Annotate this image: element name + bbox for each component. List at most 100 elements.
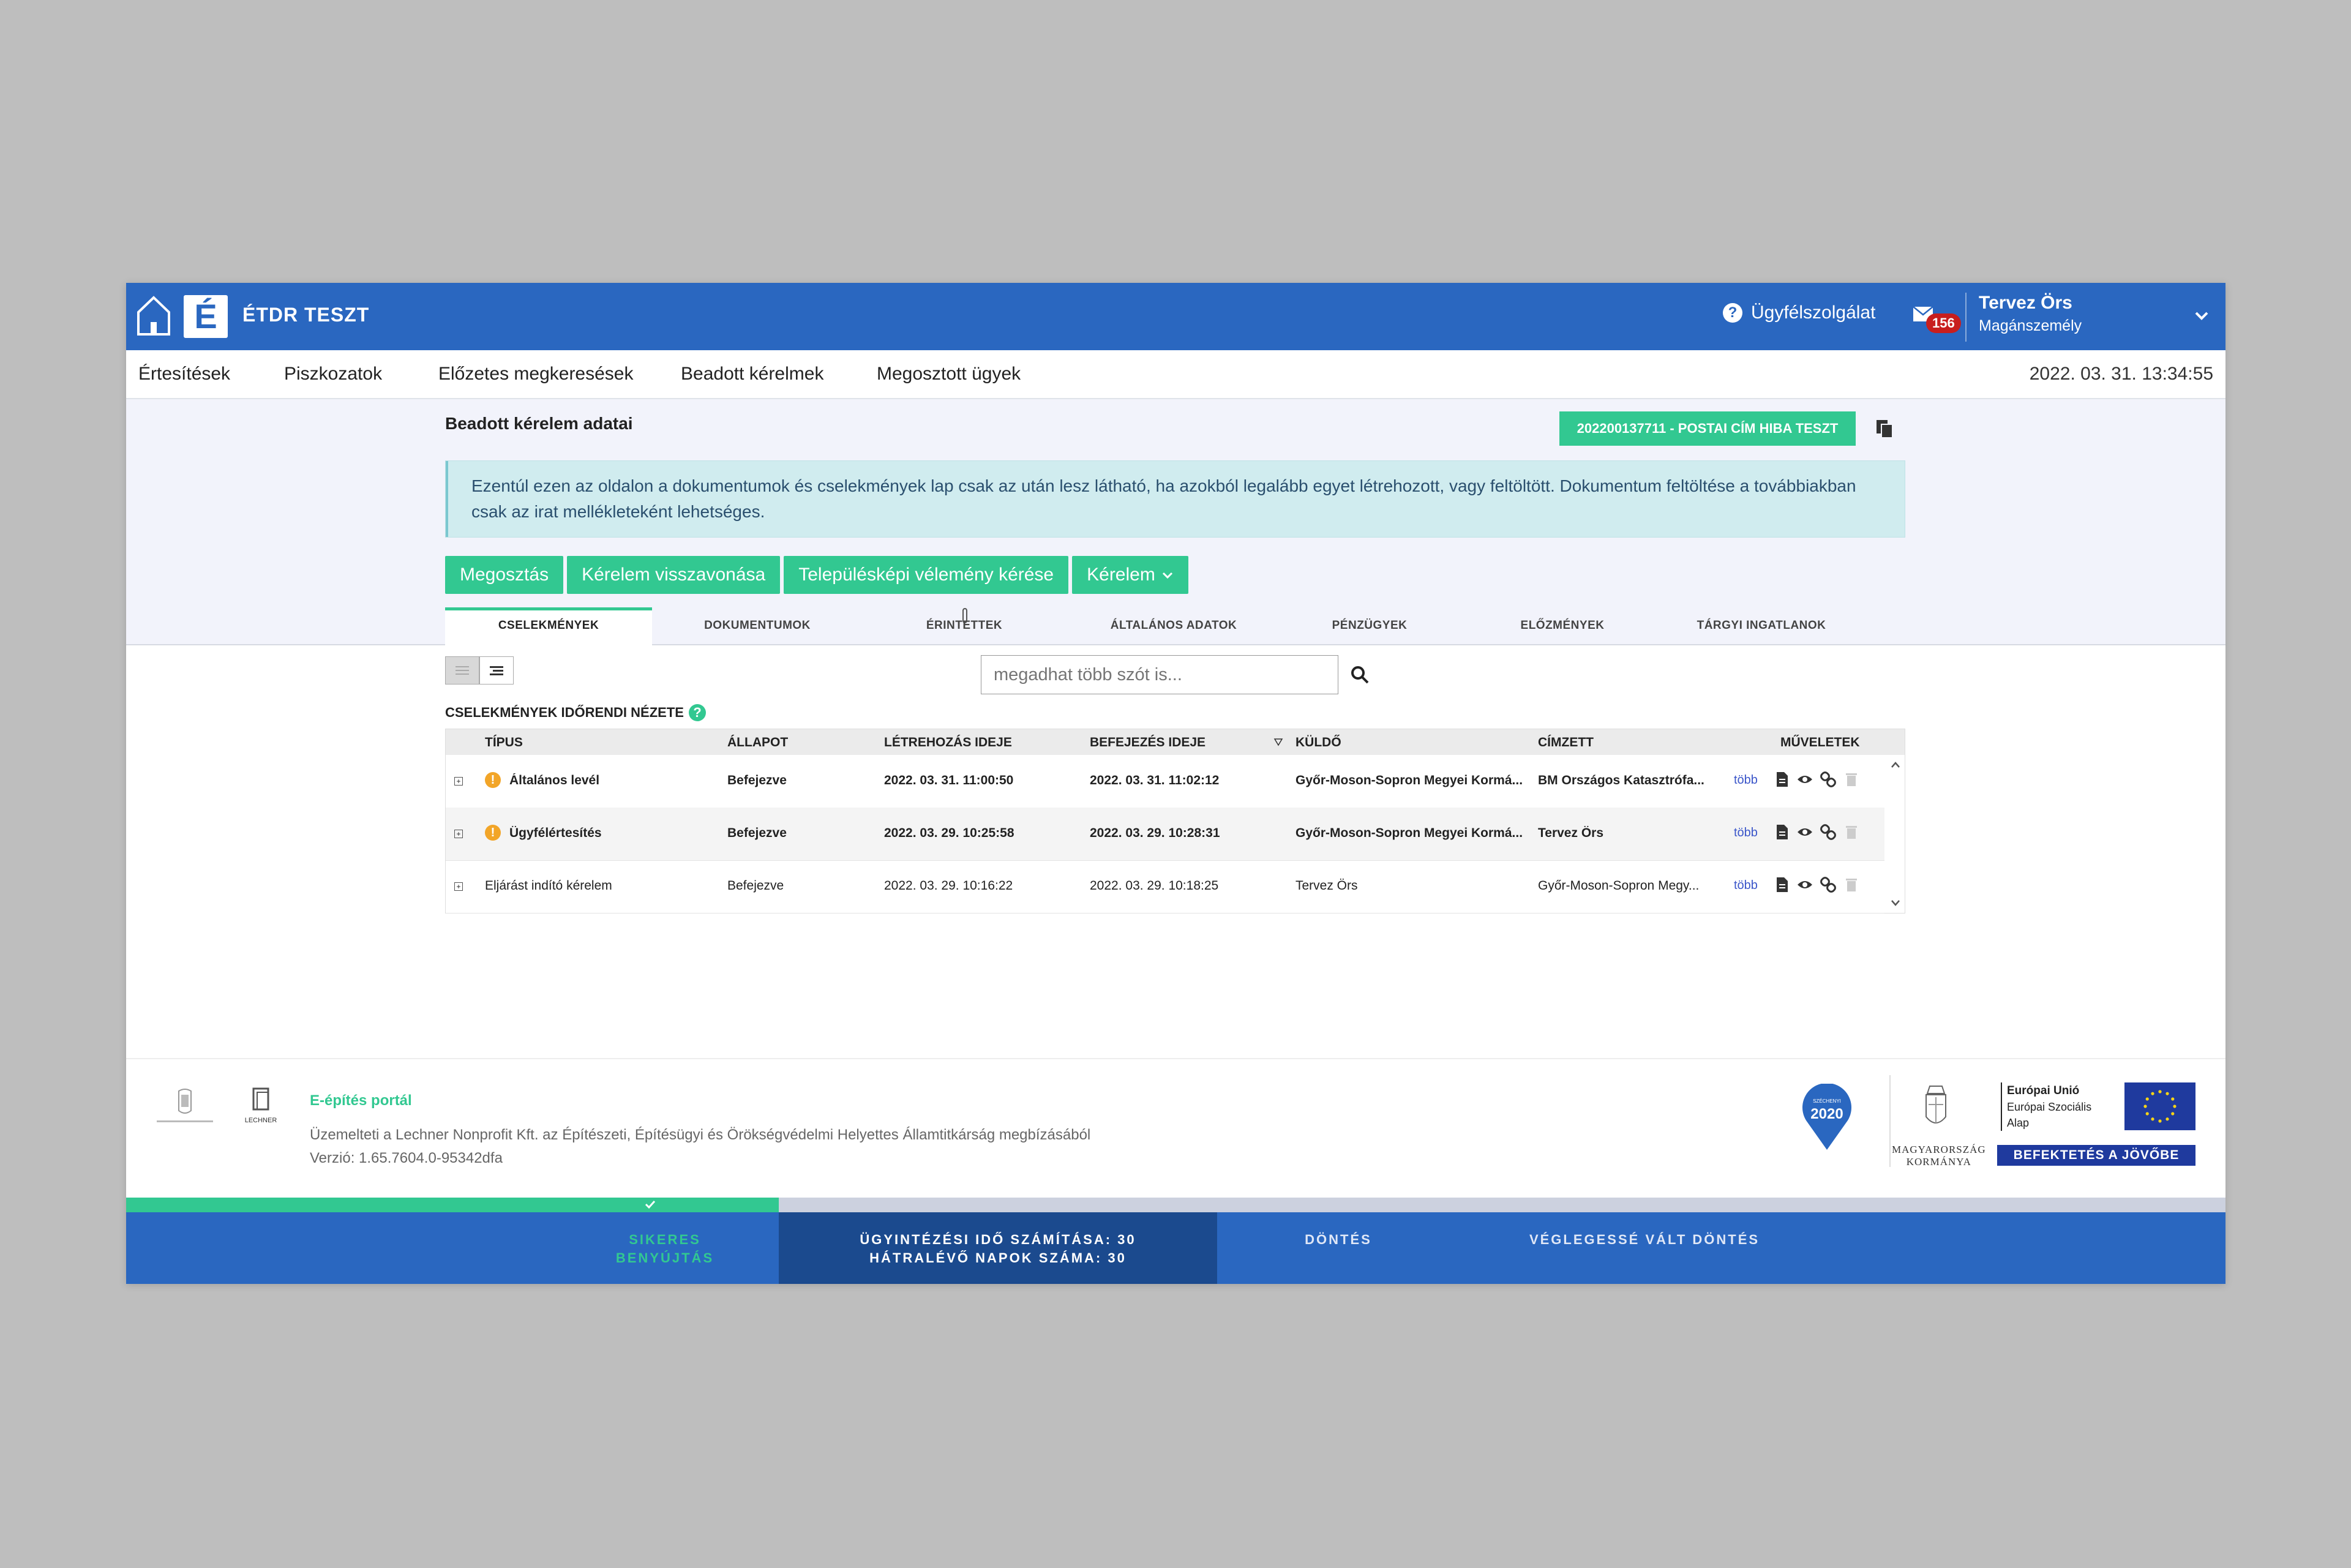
home-icon[interactable] (135, 294, 173, 338)
mail-button[interactable]: 156 (1911, 300, 1961, 337)
cell-status: Befejezve (727, 773, 787, 787)
more-link[interactable]: több (1734, 773, 1758, 787)
actions-table: TÍPUS ÁLLAPOT LÉTREHOZÁS IDEJE BEFEJEZÉS… (445, 729, 1905, 913)
step-processing-line-1: ÜGYINTÉZÉSI IDŐ SZÁMÍTÁSA: 30 (860, 1232, 1136, 1247)
case-id-button[interactable]: 202200137711 - POSTAI CÍM HIBA TESZT (1559, 411, 1856, 446)
warning-icon: ! (485, 772, 501, 788)
tab-affected[interactable]: ÉRINTETTEK (897, 607, 1032, 643)
szechenyi-label: SZÉCHENYI (1813, 1098, 1841, 1104)
nav-item-notifications[interactable]: Értesítések (138, 364, 230, 384)
status-steps: SIKERES BENYÚJTÁS ÜGYINTÉZÉSI IDŐ SZÁMÍT… (126, 1212, 2225, 1284)
column-header-created[interactable]: LÉTREHOZÁS IDEJE (884, 735, 1012, 750)
link-icon[interactable] (1820, 771, 1837, 788)
cell-finished: 2022. 03. 29. 10:28:31 (1090, 826, 1220, 840)
step-final-decision-line-1: VÉGLEGESSÉ VÁLT DÖNTÉS (1529, 1232, 1760, 1247)
search-icon[interactable] (1349, 664, 1371, 686)
withdraw-request-button[interactable]: Kérelem visszavonása (567, 556, 781, 594)
eu-star (2165, 1092, 2169, 1095)
warning-icon: ! (485, 825, 501, 841)
eu-line-2: Európai Szociális (2007, 1101, 2092, 1113)
column-header-finished[interactable]: BEFEJEZÉS IDEJE (1090, 735, 1205, 750)
government-line-1: MAGYARORSZÁG (1892, 1144, 1986, 1155)
eye-icon[interactable] (1796, 771, 1813, 788)
column-header-sender[interactable]: KÜLDŐ (1295, 735, 1341, 750)
trash-icon (1846, 826, 1857, 839)
request-dropdown-button[interactable]: Kérelem (1072, 556, 1188, 594)
mail-count-badge: 156 (1926, 313, 1961, 333)
table-row[interactable]: + ! Általános levél Befejezve 2022. 03. … (446, 755, 1884, 808)
chevron-down-icon[interactable] (2193, 307, 2210, 324)
portal-link[interactable]: E-építés portál (310, 1092, 412, 1109)
etdr-logo: É (184, 295, 228, 338)
request-dropdown-label: Kérelem (1087, 565, 1155, 585)
nav-item-pre-inquiries[interactable]: Előzetes megkeresések (438, 364, 634, 384)
cell-type: Ügyfélértesítés (509, 826, 602, 840)
eu-star (2165, 1117, 2169, 1121)
search-input[interactable] (981, 655, 1338, 694)
expand-icon[interactable]: + (454, 777, 463, 786)
progress-bar-done (126, 1198, 779, 1212)
cell-recipient: Tervez Örs (1538, 826, 1603, 840)
link-icon[interactable] (1820, 823, 1837, 841)
table-row[interactable]: + ! Ügyfélértesítés Befejezve 2022. 03. … (446, 808, 1884, 861)
timeline-view-button[interactable] (445, 656, 479, 685)
eu-star (2171, 1112, 2175, 1116)
tab-finances[interactable]: PÉNZÜGYEK (1308, 607, 1431, 643)
tab-properties[interactable]: TÁRGYI INGATLANOK (1670, 607, 1853, 643)
tab-documents[interactable]: DOKUMENTUMOK (690, 607, 825, 643)
coat-of-arms-icon (1925, 1086, 1946, 1123)
clock: 2022. 03. 31. 13:34:55 (2029, 364, 2213, 384)
help-label: Ügyfélszolgálat (1751, 302, 1876, 323)
eu-star (2151, 1092, 2154, 1095)
user-menu[interactable]: Tervez Örs Magánszemély (1979, 293, 2082, 335)
table-row[interactable]: + Eljárást indító kérelem Befejezve 2022… (446, 860, 1884, 913)
document-icon[interactable] (1773, 876, 1790, 893)
app-title: ÉTDR TESZT (242, 304, 370, 326)
tree-view-button[interactable] (479, 656, 514, 685)
document-icon[interactable] (1773, 771, 1790, 788)
cell-sender: Győr-Moson-Sopron Megyei Kormá... (1295, 826, 1523, 840)
tab-history[interactable]: ELŐZMÉNYEK (1498, 607, 1627, 643)
cell-sender: Győr-Moson-Sopron Megyei Kormá... (1295, 773, 1523, 787)
app-window: É ÉTDR TESZT ? Ügyfélszolgálat 156 Terve… (126, 283, 2225, 1284)
eye-icon[interactable] (1796, 876, 1813, 893)
lechner-label: LECHNER (244, 1117, 277, 1124)
expand-icon[interactable]: + (454, 830, 463, 838)
table-scrollbar[interactable] (1886, 755, 1905, 913)
header-divider (1965, 293, 1967, 342)
eye-icon[interactable] (1796, 823, 1813, 841)
eu-star (2173, 1105, 2177, 1108)
step-processing: ÜGYINTÉZÉSI IDŐ SZÁMÍTÁSA: 30 HÁTRALÉVŐ … (793, 1231, 1202, 1267)
document-icon[interactable] (1773, 823, 1790, 841)
column-header-type[interactable]: TÍPUS (485, 735, 523, 750)
cell-type: Általános levél (509, 773, 600, 787)
lechner-mark-icon (252, 1087, 269, 1111)
tab-actions[interactable]: CSELEKMÉNYEK (445, 607, 652, 646)
nav-item-submitted[interactable]: Beadott kérelmek (681, 364, 823, 384)
more-link[interactable]: több (1734, 879, 1758, 893)
help-icon[interactable]: ? (688, 704, 706, 721)
share-button[interactable]: Megosztás (445, 556, 564, 594)
top-bar: É ÉTDR TESZT ? Ügyfélszolgálat 156 Terve… (126, 283, 2225, 350)
copy-icon[interactable] (1874, 418, 1896, 440)
column-header-status[interactable]: ÁLLAPOT (727, 735, 788, 750)
list-title-text: CSELEKMÉNYEK IDŐRENDI NÉZETE (445, 705, 684, 720)
sort-desc-icon[interactable] (1273, 738, 1283, 746)
nav-item-drafts[interactable]: Piszkozatok (284, 364, 382, 384)
main-nav: Értesítések Piszkozatok Előzetes megkere… (126, 350, 2225, 399)
footer: LECHNER E-építés portál Üzemelteti a Lec… (126, 1058, 2225, 1199)
case-header-section: Beadott kérelem adatai 202200137711 - PO… (126, 399, 2225, 646)
request-opinion-button[interactable]: Településképi vélemény kérése (784, 556, 1069, 594)
link-icon[interactable] (1820, 876, 1837, 893)
government-label: MAGYARORSZÁG KORMÁNYA (1892, 1144, 1986, 1168)
column-header-recipient[interactable]: CÍMZETT (1538, 735, 1594, 750)
tab-general-data[interactable]: ÁLTALÁNOS ADATOK (1082, 607, 1265, 643)
cell-created: 2022. 03. 29. 10:25:58 (884, 826, 1014, 840)
help-link[interactable]: ? Ügyfélszolgálat (1723, 302, 1875, 323)
expand-icon[interactable]: + (454, 882, 463, 891)
eu-label: Európai Unió Európai Szociális Alap (2001, 1082, 2091, 1131)
more-link[interactable]: több (1734, 826, 1758, 840)
nav-item-shared[interactable]: Megosztott ügyek (877, 364, 1021, 384)
eu-slogan: BEFEKTETÉS A JÖVŐBE (1997, 1145, 2195, 1166)
cell-recipient: BM Országos Katasztrófa... (1538, 773, 1704, 787)
